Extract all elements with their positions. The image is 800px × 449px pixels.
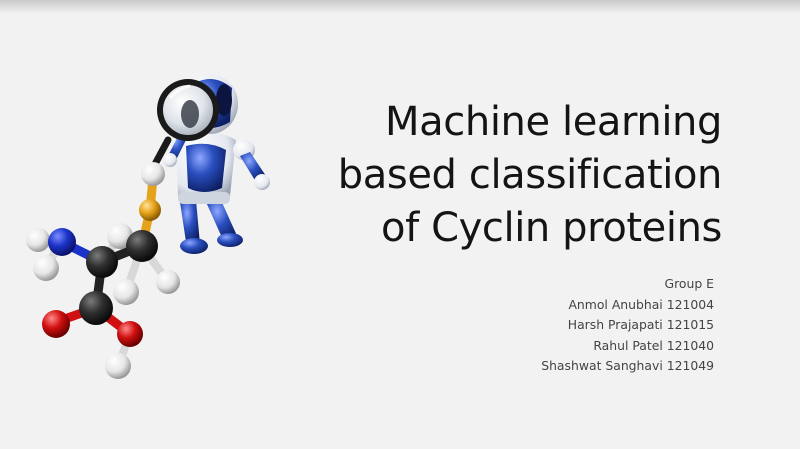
title-line: based classification [337,152,723,198]
member-line: Anmol Anubhai 121004 [568,296,714,312]
molecule-icon [26,162,180,379]
title-line: of Cyclin proteins [381,205,722,251]
slide-title: Machine learning based classification of… [262,96,723,255]
member-line: Shashwat Sanghavi 121049 [541,358,714,373]
group-info: Group E Anmol Anubhai 121004 Harsh Praja… [414,274,714,377]
member-line: Harsh Prajapati 121015 [567,317,714,332]
group-name: Group E [664,276,715,291]
member-line: Rahul Patel 121040 [593,337,714,353]
title-line: Machine learning [385,99,722,145]
slide-top-shadow [0,0,800,14]
